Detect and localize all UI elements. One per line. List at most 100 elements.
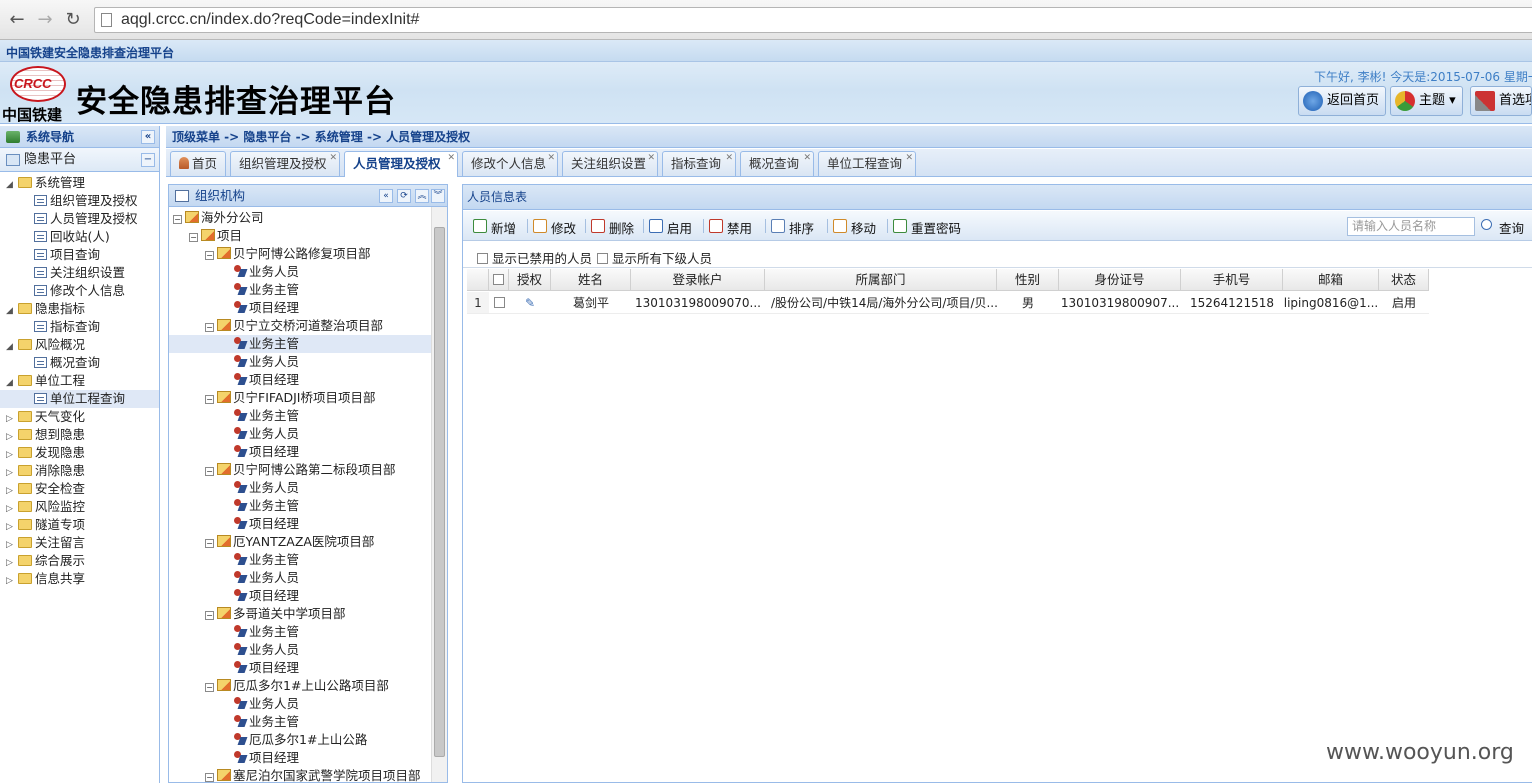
column-header[interactable]: 姓名 xyxy=(551,269,631,291)
nav-folder[interactable]: ▷ 天气变化 xyxy=(0,408,159,426)
nav-folder[interactable]: ◢ 风险概况 xyxy=(0,336,159,354)
org-unit[interactable]: − 塞尼泊尔国家武警学院项目项目部 xyxy=(169,767,431,782)
collapse-left-icon[interactable]: « xyxy=(379,189,393,203)
nav-folder[interactable]: ▷ 隧道专项 xyxy=(0,516,159,534)
reload-icon[interactable]: ↻ xyxy=(62,9,84,31)
nav-item[interactable]: 概况查询 xyxy=(0,354,159,372)
prefs-button[interactable]: 首选项 xyxy=(1470,86,1532,116)
nav-folder[interactable]: ▷ 发现隐患 xyxy=(0,444,159,462)
tab-5[interactable]: 关注组织设置 ✕ xyxy=(562,151,658,176)
collapse-toggle-icon[interactable]: − xyxy=(205,773,214,782)
tab-4[interactable]: 修改个人信息 ✕ xyxy=(462,151,558,176)
close-icon[interactable]: ✕ xyxy=(803,153,811,163)
org-person-role[interactable]: 项目经理 xyxy=(169,299,431,317)
expand-up-icon[interactable]: ︽ xyxy=(415,189,429,203)
collapse-left-icon[interactable]: « xyxy=(141,130,155,144)
search-button[interactable]: 查询 xyxy=(1481,218,1524,237)
collapse-toggle-icon[interactable]: − xyxy=(173,215,182,224)
search-input[interactable]: 请输入人员名称 xyxy=(1347,217,1475,236)
add-button[interactable]: 新增 xyxy=(473,218,516,237)
nav-item[interactable]: 指标查询 xyxy=(0,318,159,336)
nav-folder[interactable]: ▷ 安全检查 xyxy=(0,480,159,498)
close-icon[interactable]: ✕ xyxy=(547,153,555,163)
collapse-toggle-icon[interactable]: − xyxy=(189,233,198,242)
tab-7[interactable]: 概况查询 ✕ xyxy=(740,151,814,176)
close-icon[interactable]: ✕ xyxy=(725,153,733,163)
org-person-role[interactable]: 业务主管 xyxy=(169,407,431,425)
disable-button[interactable]: 禁用 xyxy=(709,218,752,237)
collapse-toggle-icon[interactable]: − xyxy=(205,539,214,548)
show-disabled-checkbox[interactable]: 显示已禁用的人员 xyxy=(477,248,592,267)
org-person-role[interactable]: 业务主管 xyxy=(169,551,431,569)
reset-password-button[interactable]: 重置密码 xyxy=(893,218,961,237)
refresh-icon[interactable]: ⟳ xyxy=(397,189,411,203)
close-icon[interactable]: ✕ xyxy=(447,153,455,163)
pencil-icon[interactable]: ✎ xyxy=(525,296,535,310)
tab-3[interactable]: 人员管理及授权 ✕ xyxy=(344,151,458,177)
org-person-role[interactable]: 业务人员 xyxy=(169,479,431,497)
nav-folder[interactable]: ◢ 单位工程 xyxy=(0,372,159,390)
org-person-role[interactable]: 业务人员 xyxy=(169,695,431,713)
delete-button[interactable]: 删除 xyxy=(591,218,634,237)
collapse-toggle-icon[interactable]: − xyxy=(205,395,214,404)
collapsed-arrow-icon[interactable]: ▷ xyxy=(6,572,16,590)
org-person-role[interactable]: 业务主管 xyxy=(169,335,431,353)
org-person-role[interactable]: 业务主管 xyxy=(169,623,431,641)
collapse-toggle-icon[interactable]: − xyxy=(205,323,214,332)
org-person-role[interactable]: 业务人员 xyxy=(169,353,431,371)
authorize-cell[interactable]: ✎ xyxy=(509,292,551,314)
close-icon[interactable]: ✕ xyxy=(647,153,655,163)
select-all-header[interactable] xyxy=(489,269,509,291)
column-header[interactable]: 状态 xyxy=(1379,269,1429,291)
org-root[interactable]: − 海外分公司 xyxy=(169,209,431,227)
address-bar[interactable]: aqgl.crcc.cn/index.do?reqCode=indexInit# xyxy=(94,7,1532,33)
org-project[interactable]: − 项目 xyxy=(169,227,431,245)
org-person-role[interactable]: 项目经理 xyxy=(169,371,431,389)
collapse-toggle-icon[interactable]: − xyxy=(205,251,214,260)
nav-folder[interactable]: ▷ 关注留言 xyxy=(0,534,159,552)
tab-2[interactable]: 组织管理及授权 ✕ xyxy=(230,151,340,176)
column-header[interactable]: 所属部门 xyxy=(765,269,997,291)
nav-item[interactable]: 单位工程查询 xyxy=(0,390,159,408)
sort-button[interactable]: 排序 xyxy=(771,218,814,237)
enable-button[interactable]: 启用 xyxy=(649,218,692,237)
select-all-checkbox[interactable] xyxy=(493,274,504,285)
row-checkbox[interactable] xyxy=(493,297,505,308)
org-person-role[interactable]: 业务主管 xyxy=(169,713,431,731)
theme-button[interactable]: 主题 ▾ xyxy=(1390,86,1463,116)
expand-down-icon[interactable]: ︾ xyxy=(431,189,445,203)
org-person-role[interactable]: 业务人员 xyxy=(169,425,431,443)
nav-folder[interactable]: ◢ 系统管理 xyxy=(0,174,159,192)
show-subordinates-checkbox[interactable]: 显示所有下级人员 xyxy=(597,248,712,267)
org-person-role[interactable]: 业务主管 xyxy=(169,281,431,299)
column-header[interactable]: 性别 xyxy=(997,269,1059,291)
column-header[interactable]: 登录帐户 xyxy=(631,269,765,291)
close-icon[interactable]: ✕ xyxy=(329,153,337,163)
nav-section-header[interactable]: 隐患平台 − xyxy=(0,148,159,172)
nav-folder[interactable]: ▷ 风险监控 xyxy=(0,498,159,516)
org-unit[interactable]: − 贝宁阿博公路修复项目部 xyxy=(169,245,431,263)
nav-item[interactable]: 组织管理及授权 xyxy=(0,192,159,210)
org-person-role[interactable]: 厄瓜多尔1#上山公路 xyxy=(169,731,431,749)
org-unit[interactable]: − 贝宁FIFADJI桥项目项目部 xyxy=(169,389,431,407)
org-scrollbar[interactable] xyxy=(431,207,447,782)
org-unit[interactable]: − 多哥道关中学项目部 xyxy=(169,605,431,623)
nav-item[interactable]: 关注组织设置 xyxy=(0,264,159,282)
edit-button[interactable]: 修改 xyxy=(533,218,576,237)
nav-folder[interactable]: ▷ 信息共享 xyxy=(0,570,159,588)
tab-6[interactable]: 指标查询 ✕ xyxy=(662,151,736,176)
org-unit[interactable]: − 厄YANTZAZA医院项目部 xyxy=(169,533,431,551)
tab-8[interactable]: 单位工程查询 ✕ xyxy=(818,151,916,176)
collapse-toggle-icon[interactable]: − xyxy=(205,467,214,476)
org-person-role[interactable]: 项目经理 xyxy=(169,749,431,767)
section-collapse-icon[interactable]: − xyxy=(141,153,155,167)
tab-1[interactable]: 首页 xyxy=(170,151,226,176)
nav-folder[interactable]: ▷ 消除隐患 xyxy=(0,462,159,480)
org-unit[interactable]: − 厄瓜多尔1#上山公路项目部 xyxy=(169,677,431,695)
move-button[interactable]: 移动 xyxy=(833,218,876,237)
nav-folder[interactable]: ◢ 隐患指标 xyxy=(0,300,159,318)
nav-item[interactable]: 人员管理及授权 xyxy=(0,210,159,228)
nav-item[interactable]: 修改个人信息 xyxy=(0,282,159,300)
home-button[interactable]: 返回首页 xyxy=(1298,86,1387,116)
org-person-role[interactable]: 业务主管 xyxy=(169,497,431,515)
